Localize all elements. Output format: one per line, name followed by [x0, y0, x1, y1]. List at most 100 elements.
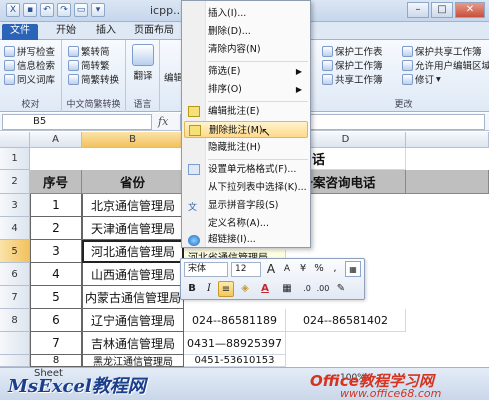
protect-share-button[interactable]: 保护共享工作簿	[402, 44, 482, 58]
menu-item-sort[interactable]: 排序(O) ▶	[184, 81, 308, 98]
cell-phone1[interactable]: 0451-53610153	[184, 355, 286, 367]
translate-button[interactable]: 翻译	[132, 44, 154, 82]
allow-edit-icon	[402, 59, 413, 71]
menu-label: 从下拉列表中选择(K)...	[208, 182, 307, 193]
align-center-icon[interactable]: ≡	[218, 281, 234, 297]
simp-to-trad-button[interactable]: 简转繁	[68, 58, 110, 72]
header-cell-number[interactable]: 序号	[30, 170, 82, 194]
font-color-icon[interactable]: A	[257, 281, 273, 297]
cell-phone2[interactable]: 024--86581402	[286, 309, 406, 332]
cell-province[interactable]: 山西通信管理局	[82, 263, 184, 286]
undo-icon[interactable]: ↶	[40, 3, 54, 17]
select-all-corner[interactable]	[0, 132, 30, 148]
tab-page-layout[interactable]: 页面布局	[128, 24, 180, 40]
fx-icon[interactable]: fx	[158, 115, 168, 128]
col-header-a[interactable]: A	[30, 132, 82, 148]
font-size-field[interactable]: 12	[231, 262, 261, 277]
format-brush-icon[interactable]: ✎	[333, 281, 349, 297]
tab-home[interactable]: 开始	[50, 24, 82, 40]
border-icon[interactable]: ▦	[279, 281, 295, 297]
header-cell-e[interactable]	[406, 170, 489, 194]
allow-edit-label: 允许用户编辑区域	[415, 61, 489, 72]
protect-sheet-button[interactable]: 保护工作表	[322, 44, 383, 58]
thesaurus-button[interactable]: 同义词库	[4, 72, 55, 86]
tab-file[interactable]: 文件	[2, 24, 38, 40]
percent-button[interactable]: %	[311, 261, 327, 277]
cell-province[interactable]: 辽宁通信管理局	[82, 309, 184, 332]
close-icon[interactable]: ✕	[455, 2, 485, 18]
cell-number[interactable]: 1	[30, 194, 82, 217]
bold-button[interactable]: B	[184, 281, 200, 297]
row-header-6[interactable]: 6	[0, 263, 30, 286]
menu-item-insert[interactable]: 插入(I)...	[184, 5, 308, 22]
cell-number[interactable]: 5	[30, 286, 82, 309]
minimize-icon[interactable]: –	[407, 2, 429, 18]
row-header-10[interactable]	[0, 355, 30, 367]
cell-province[interactable]: 吉林通信管理局	[82, 332, 184, 355]
cell-number[interactable]: 3	[30, 240, 82, 263]
menu-item-format-cells[interactable]: 设置单元格格式(F)...	[184, 161, 308, 178]
submenu-arrow-icon: ▶	[295, 85, 302, 94]
trad-to-simp-button[interactable]: 繁转简	[68, 44, 110, 58]
cell-phone1[interactable]: 024--86581189	[184, 309, 286, 332]
menu-item-show-phonetic[interactable]: 文显示拼音字段(S)	[184, 197, 308, 214]
row-header-7[interactable]: 7	[0, 286, 30, 309]
font-name-field[interactable]: 宋体	[184, 262, 228, 277]
cell-number[interactable]: 6	[30, 309, 82, 332]
menu-item-hide-comment[interactable]: 隐藏批注(H)	[184, 139, 308, 156]
cell-number[interactable]: 4	[30, 263, 82, 286]
comma-button[interactable]: ,	[327, 261, 343, 277]
tab-insert[interactable]: 插入	[90, 24, 122, 40]
share-workbook-button[interactable]: 共享工作簿	[322, 72, 383, 86]
row-header-5[interactable]: 5	[0, 240, 30, 263]
cell-province[interactable]: 内蒙古通信管理局	[82, 286, 184, 309]
cell-number[interactable]: 2	[30, 217, 82, 240]
excel-logo-icon[interactable]: X	[6, 3, 20, 17]
save-icon[interactable]: ▪	[23, 3, 37, 17]
open-folder-icon[interactable]: ▭	[74, 3, 88, 17]
maximize-icon[interactable]: □	[431, 2, 453, 18]
menu-item-pick-from-list[interactable]: 从下拉列表中选择(K)...	[184, 179, 308, 196]
decrease-decimal-icon[interactable]: .00	[315, 281, 331, 297]
row-header-2[interactable]: 2	[0, 170, 30, 194]
italic-button[interactable]: I	[201, 281, 217, 297]
simp-trad-convert-button[interactable]: 简繁转换	[68, 72, 119, 86]
currency-icon[interactable]: ¥	[295, 261, 311, 277]
col-header-b[interactable]: B	[82, 132, 184, 148]
cell-province[interactable]: 北京通信管理局	[82, 194, 184, 217]
shrink-font-icon[interactable]: A	[279, 261, 295, 277]
protect-workbook-button[interactable]: 保护工作簿	[322, 58, 383, 72]
header-cell-province[interactable]: 省份	[82, 170, 184, 194]
cell-province[interactable]: 黑龙江通信管理局	[82, 355, 184, 367]
group-changes: 保护工作表 保护共享工作簿 保护工作簿 允许用户编辑区域 共享工作簿 修订 ▾ 更…	[318, 40, 489, 112]
row-header-9[interactable]	[0, 332, 30, 355]
menu-item-filter[interactable]: 筛选(E) ▶	[184, 63, 308, 80]
cell-number[interactable]: 7	[30, 332, 82, 355]
menu-item-clear-contents[interactable]: 清除内容(N)	[184, 41, 308, 58]
research-button[interactable]: 信息检索	[4, 58, 55, 72]
format-painter-icon[interactable]: ▦	[345, 261, 361, 277]
menu-item-delete[interactable]: 删除(D)...	[184, 23, 308, 40]
row-header-4[interactable]: 4	[0, 217, 30, 240]
menu-item-edit-comment[interactable]: 编辑批注(E)	[184, 103, 308, 120]
menu-item-define-name[interactable]: 定义名称(A)...	[184, 215, 308, 232]
menu-item-delete-comment[interactable]: 删除批注(M) ↖	[184, 121, 308, 139]
row-header-1[interactable]: 1	[0, 148, 30, 170]
row-header-8[interactable]: 8	[0, 309, 30, 332]
cell-province[interactable]: 天津通信管理局	[82, 217, 184, 240]
name-box[interactable]: B5	[2, 114, 152, 130]
cell-number[interactable]: 8	[30, 355, 82, 367]
row-header-3[interactable]: 3	[0, 194, 30, 217]
customize-qat-icon[interactable]: ▾	[91, 3, 105, 17]
increase-decimal-icon[interactable]: .0	[299, 281, 315, 297]
cell-phone1[interactable]: 0431—88925397	[184, 332, 286, 355]
grow-font-icon[interactable]: A	[263, 261, 279, 277]
menu-item-hyperlink[interactable]: 超链接(I)...	[184, 233, 308, 247]
fill-color-icon[interactable]: ◈	[237, 281, 253, 297]
redo-icon[interactable]: ↷	[57, 3, 71, 17]
spell-check-button[interactable]: 拼写检查	[4, 44, 55, 58]
track-changes-button[interactable]: 修订 ▾	[402, 72, 441, 86]
cell-province-active[interactable]: 河北通信管理局	[82, 240, 184, 263]
allow-edit-ranges-button[interactable]: 允许用户编辑区域	[402, 58, 489, 72]
col-header-e[interactable]	[406, 132, 489, 148]
